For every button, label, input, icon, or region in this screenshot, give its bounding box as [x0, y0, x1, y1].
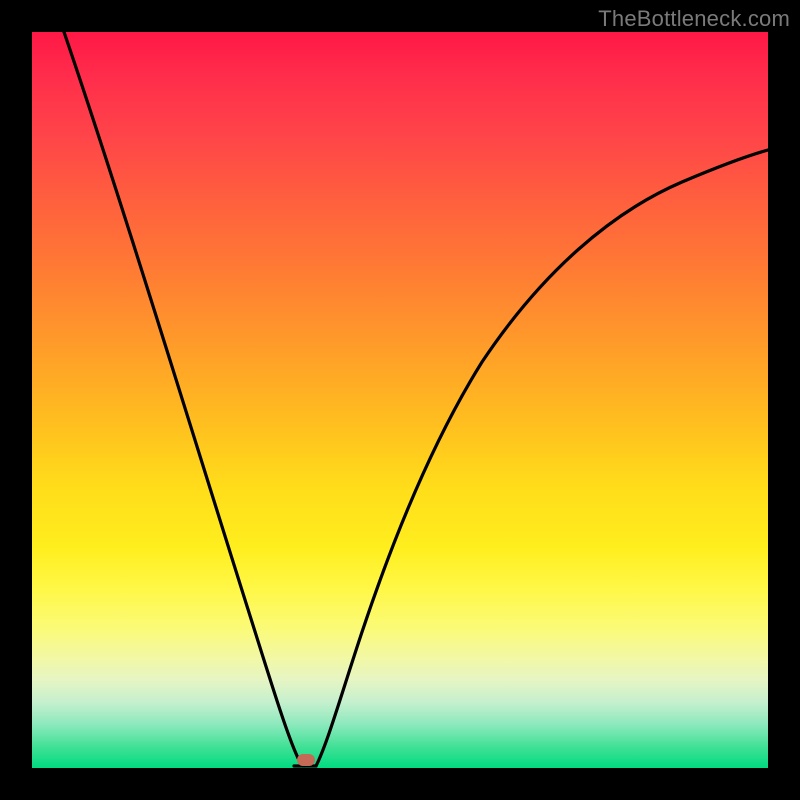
plot-area	[32, 32, 768, 768]
watermark-text: TheBottleneck.com	[598, 6, 790, 32]
bottleneck-curve	[32, 32, 768, 768]
optimal-marker	[297, 754, 315, 766]
chart-frame: TheBottleneck.com	[0, 0, 800, 800]
